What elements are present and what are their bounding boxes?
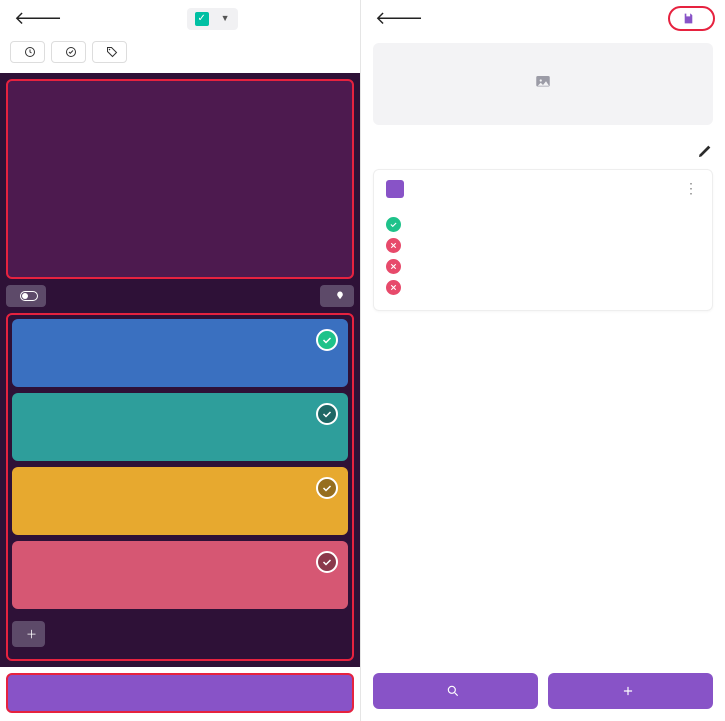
add-option-button[interactable]: ＋	[12, 621, 45, 647]
answer-option-3[interactable]	[12, 467, 348, 535]
tag-icon	[106, 46, 118, 58]
lightbulb-icon	[334, 290, 346, 302]
multiple-correct-toggle[interactable]	[6, 285, 46, 307]
quiz-title-row	[373, 139, 713, 159]
save-icon	[682, 12, 695, 25]
tags-pill[interactable]	[92, 41, 127, 63]
edit-icon[interactable]	[697, 143, 713, 159]
save-question-button[interactable]	[6, 673, 354, 713]
correct-mark-icon[interactable]	[316, 329, 338, 351]
correct-mark-icon[interactable]	[316, 551, 338, 573]
more-options-icon[interactable]: ⋮	[682, 181, 700, 197]
plus-icon: ＋	[26, 626, 37, 642]
back-button[interactable]: 🡐	[371, 6, 427, 31]
option-row	[386, 277, 700, 298]
checkbox-icon: ✓	[195, 12, 209, 26]
question-prompt-input[interactable]	[6, 79, 354, 279]
preview-body: ⋮	[361, 37, 725, 663]
question-type-selector[interactable]: ✓ ▼	[187, 8, 238, 30]
question-card[interactable]: ⋮	[373, 169, 713, 311]
preview-bottom-bar	[361, 663, 725, 721]
question-number-badge	[386, 180, 404, 198]
toggle-icon	[20, 291, 38, 301]
correct-mark-icon[interactable]	[316, 477, 338, 499]
check-circle-icon	[65, 46, 77, 58]
clock-icon	[24, 46, 36, 58]
editor-subbar	[0, 37, 360, 73]
image-icon	[533, 73, 553, 91]
editor-canvas: ＋	[0, 73, 360, 667]
editor-topbar: 🡐 ✓ ▼	[0, 0, 360, 37]
preview-pane: 🡐 ⋮	[361, 0, 725, 721]
wrong-icon	[386, 280, 401, 295]
option-row	[386, 256, 700, 277]
preview-topbar: 🡐	[361, 0, 725, 37]
correct-icon	[386, 217, 401, 232]
wrong-icon	[386, 238, 401, 253]
save-quiz-button[interactable]	[668, 6, 715, 31]
correct-mark-icon[interactable]	[316, 403, 338, 425]
add-image-dropzone[interactable]	[373, 43, 713, 125]
option-row	[386, 214, 700, 235]
question-card-header: ⋮	[386, 180, 700, 198]
back-button[interactable]: 🡐	[10, 6, 66, 31]
wrong-icon	[386, 259, 401, 274]
editor-midbar	[6, 285, 354, 307]
points-pill[interactable]	[51, 41, 86, 63]
answer-option-1[interactable]	[12, 319, 348, 387]
time-limit-pill[interactable]	[10, 41, 45, 63]
search-question-button[interactable]	[373, 673, 538, 709]
plus-icon	[621, 684, 635, 698]
answer-option-2[interactable]	[12, 393, 348, 461]
editor-pane: 🡐 ✓ ▼	[0, 0, 361, 721]
search-icon	[446, 684, 460, 698]
chevron-down-icon: ▼	[221, 13, 230, 24]
option-row	[386, 235, 700, 256]
create-question-button[interactable]	[548, 673, 713, 709]
answer-option-4[interactable]	[12, 541, 348, 609]
answers-container: ＋	[6, 313, 354, 661]
add-explanation-button[interactable]	[320, 285, 354, 307]
